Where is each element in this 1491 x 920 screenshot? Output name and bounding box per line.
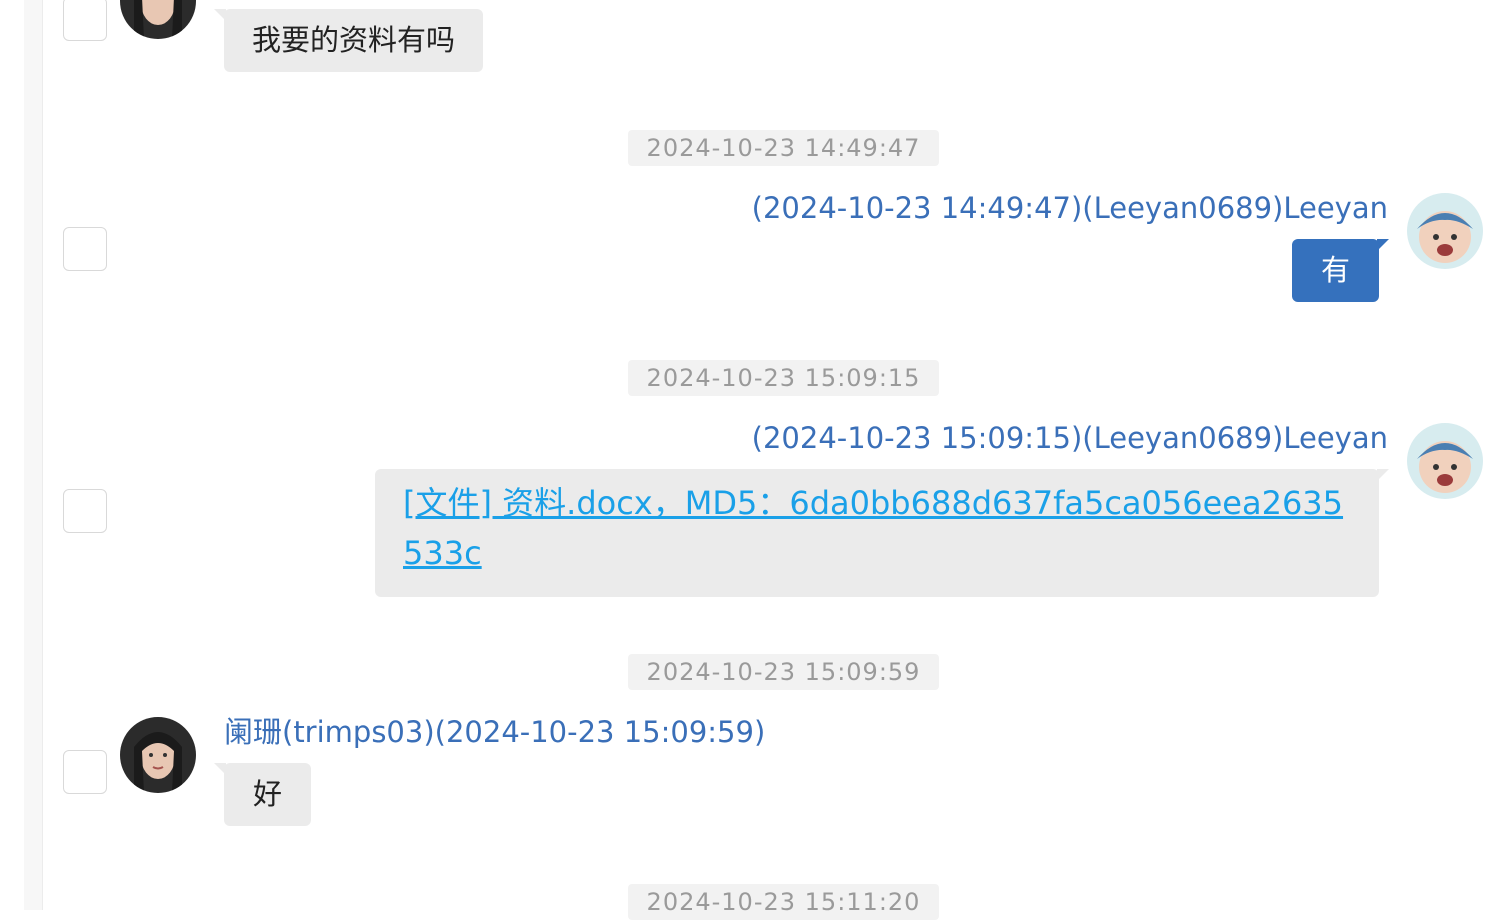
avatar-baby-icon — [1407, 423, 1483, 499]
message-bubble[interactable]: 有 — [1292, 239, 1389, 302]
file-message-bubble: [文件] 资料.docx，MD5：6da0bb688d637fa5ca056ee… — [375, 469, 1389, 597]
timestamp-divider: 2024-10-23 15:09:15 — [628, 360, 939, 396]
sender-label: 阑珊(trimps03)(2024-10-23 15:09:59) — [224, 715, 766, 749]
timestamp-divider: 2024-10-23 15:11:20 — [628, 884, 939, 920]
contact-avatar[interactable] — [120, 0, 196, 39]
timestamp-divider: 2024-10-23 14:49:47 — [628, 130, 939, 166]
sender-label: (2024-10-23 15:09:15)(Leeyan0689)Leeyan — [751, 421, 1388, 455]
message-select-checkbox[interactable] — [63, 750, 107, 794]
contact-avatar[interactable] — [120, 717, 196, 793]
message-text: 好 — [252, 777, 282, 811]
timestamp-divider: 2024-10-23 15:09:59 — [628, 654, 939, 690]
self-avatar[interactable] — [1407, 193, 1483, 269]
left-margin — [0, 0, 24, 910]
avatar-baby-icon — [1407, 193, 1483, 269]
sender-label: (2024-10-23 14:49:47)(Leeyan0689)Leeyan — [751, 191, 1388, 225]
message-select-checkbox[interactable] — [63, 489, 107, 533]
message-text: 我要的资料有吗 — [252, 23, 456, 57]
message-bubble[interactable]: 我要的资料有吗 — [213, 9, 484, 72]
message-text: 有 — [1320, 253, 1350, 287]
chat-message-list[interactable]: 我要的资料有吗 2024-10-23 14:49:47 (2024-10-23 … — [43, 0, 1491, 920]
message-select-checkbox[interactable] — [63, 0, 107, 41]
message-bubble[interactable]: 好 — [214, 763, 311, 826]
gutter — [24, 0, 43, 910]
file-link[interactable]: [文件] 资料.docx，MD5：6da0bb688d637fa5ca056ee… — [403, 484, 1343, 572]
message-select-checkbox[interactable] — [63, 227, 107, 271]
avatar-woman-icon — [120, 717, 196, 793]
avatar-woman-icon — [120, 0, 196, 39]
self-avatar[interactable] — [1407, 423, 1483, 499]
